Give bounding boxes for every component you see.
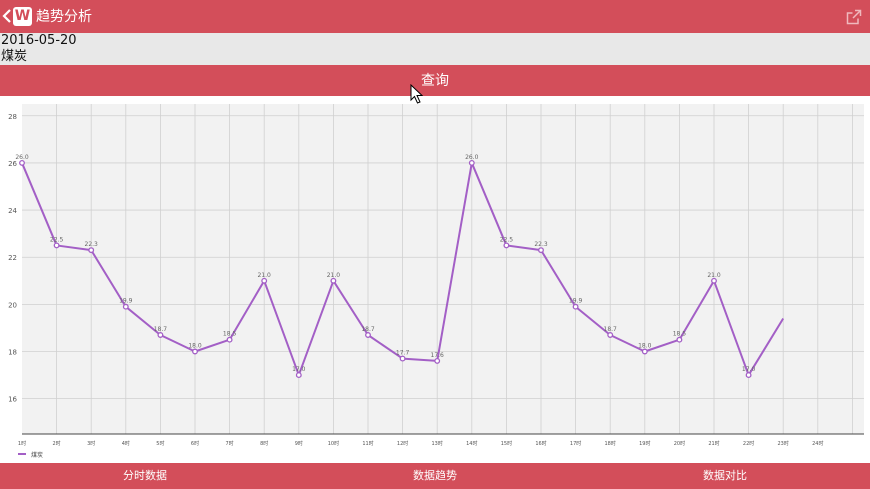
tab-data-trend[interactable]: 数据趋势 [290,463,580,489]
data-point [365,332,371,338]
chevron-left-icon [2,9,11,23]
title-bar: W 趋势分析 [0,0,870,33]
x-tick-label: 20时 [674,440,685,447]
data-label: 18.5 [673,331,687,338]
data-label: 19.9 [119,298,133,305]
data-label: 17.0 [742,366,756,373]
tab-data-compare[interactable]: 数据对比 [580,463,870,489]
data-point [572,303,579,310]
x-tick-label: 2时 [53,440,61,447]
data-label: 18.0 [638,343,652,350]
data-point [399,355,406,362]
data-point [226,336,233,343]
data-point [711,277,717,284]
tab-intraday-data[interactable]: 分时数据 [0,463,290,489]
data-label: 22.5 [50,236,64,243]
page-title: 趋势分析 [36,9,92,25]
data-label: 18.0 [188,343,202,350]
data-point [468,159,475,166]
data-point [745,372,752,379]
x-tick-label: 23时 [778,440,789,447]
x-tick-label: 16时 [535,440,546,447]
data-point [19,159,25,166]
data-point [295,372,302,379]
data-label: 21.0 [258,272,272,279]
data-label: 26.0 [465,154,479,161]
x-tick-label: 24时 [812,440,823,447]
y-tick-label: 16 [8,396,17,404]
data-label: 22.3 [85,241,99,248]
x-tick-label: 21时 [708,440,719,447]
data-label: 17.7 [396,350,410,357]
x-tick-label: 14时 [466,440,477,447]
data-label: 21.0 [707,272,721,279]
x-tick-label: 13时 [432,440,443,447]
y-tick-label: 28 [8,113,17,121]
data-label: 17.6 [431,352,445,359]
x-tick-label: 22时 [743,440,754,447]
data-point [53,242,60,249]
x-tick-label: 8时 [260,440,268,447]
trend-chart: 16 18 20 22 24 26 28 1时 2时 3时 4时 5时 6时 7时 8时 9时 10时 11时 12… [0,96,870,463]
data-label: 18.5 [223,331,237,338]
app-logo: W [13,7,32,26]
data-label: 26.0 [15,154,29,161]
x-tick-label: 5时 [156,440,164,447]
data-point [676,336,683,343]
x-tick-label: 15时 [501,440,512,447]
data-point [503,242,510,249]
y-tick-label: 24 [8,207,17,215]
data-label: 18.7 [604,326,618,333]
x-tick-label: 3时 [87,440,95,447]
y-tick-label: 22 [8,254,17,262]
data-point [607,332,614,338]
x-tick-label: 9时 [295,440,303,447]
data-label: 17.0 [292,366,306,373]
x-tick-label: 18时 [605,440,616,447]
data-point [157,332,164,338]
data-label: 18.7 [361,326,375,333]
x-tick-label: 4时 [122,440,130,447]
y-tick-label: 18 [8,349,17,357]
x-tick-label: 6时 [191,440,199,447]
plot-area [22,104,864,434]
y-tick-label: 26 [8,160,17,168]
share-button[interactable] [846,9,862,25]
y-tick-label: 20 [8,301,17,309]
data-label: 22.5 [500,236,514,243]
data-label: 22.3 [534,241,548,248]
data-point [538,247,544,254]
data-label: 18.7 [154,326,168,333]
data-point [88,247,95,254]
data-point [641,348,648,355]
x-tick-label: 19时 [639,440,650,447]
x-tick-label: 12时 [397,440,408,447]
info-panel [0,33,870,65]
x-tick-label: 17时 [570,440,581,447]
data-point [192,348,198,355]
trend-chart-svg: 16 18 20 22 24 26 28 1时 2时 3时 4时 5时 6时 7时 8时 9时 10时 11时 12… [8,104,864,459]
date-field[interactable]: 2016-05-20 [1,33,77,49]
x-tick-label: 11时 [362,440,373,447]
data-point [434,357,441,364]
query-button[interactable]: 查询 [0,65,870,96]
mouse-pointer-icon [410,84,424,104]
data-label: 19.9 [569,298,583,305]
bottom-tab-bar: 分时数据 数据趋势 数据对比 [0,463,870,489]
legend-label: 煤炭 [31,451,43,459]
data-point [122,303,129,310]
x-tick-label: 10时 [328,440,339,447]
data-point [261,277,268,284]
external-link-icon [846,9,862,25]
x-tick-label: 1时 [18,440,26,447]
x-tick-label: 7时 [226,440,234,447]
data-label: 21.0 [327,272,341,279]
product-field[interactable]: 煤炭 [1,49,27,65]
data-point [330,277,337,284]
